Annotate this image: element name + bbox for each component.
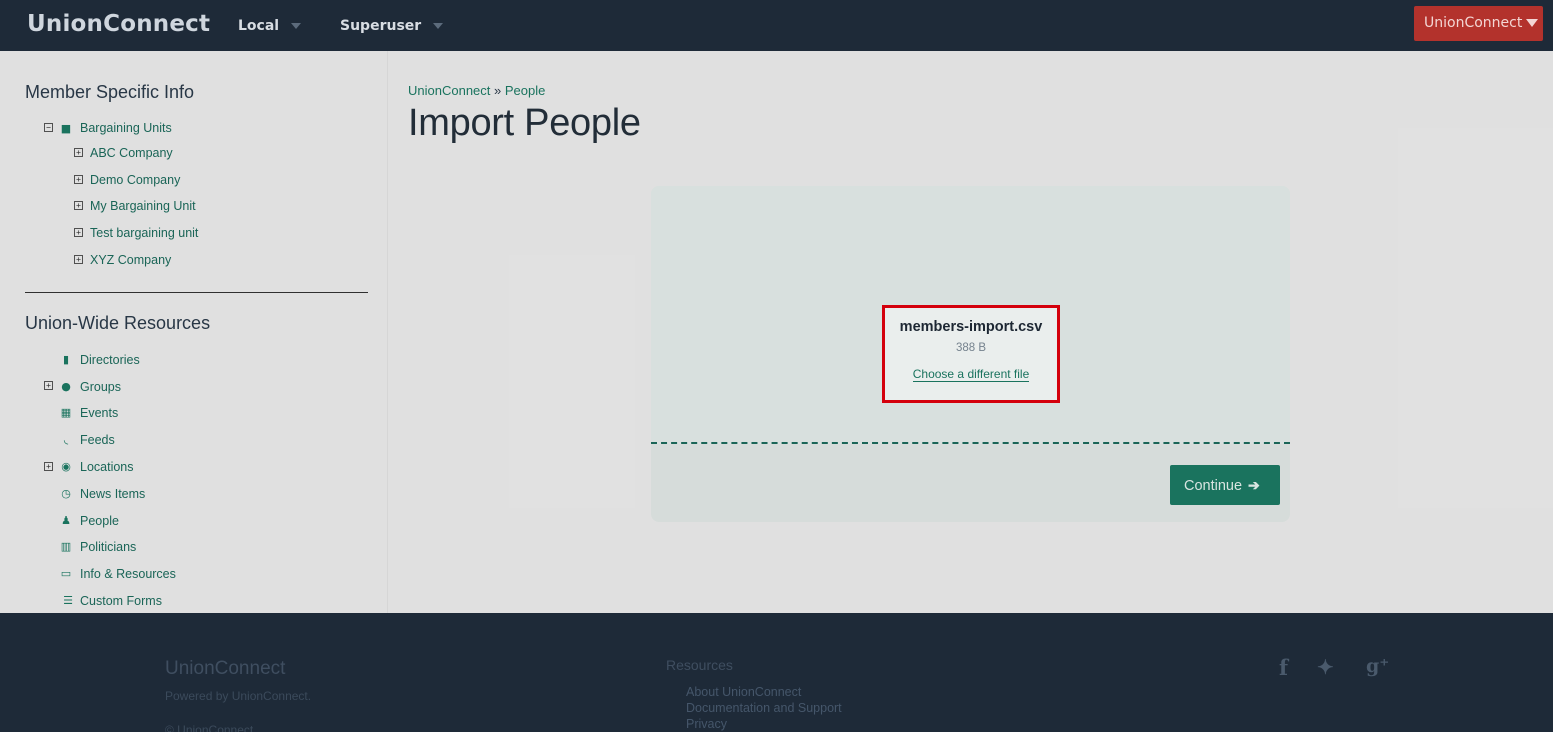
- collapse-toggle-icon[interactable]: −: [44, 123, 53, 132]
- expand-toggle-icon[interactable]: +: [74, 201, 83, 210]
- org-menu-button[interactable]: UnionConnect: [1414, 6, 1543, 41]
- footer-brand: UnionConnect: [165, 658, 286, 679]
- sidebar-item-bargaining-unit[interactable]: Test bargaining unit: [90, 226, 198, 240]
- local-dropdown[interactable]: Local: [238, 18, 302, 34]
- sidebar-item-bargaining-unit[interactable]: ABC Company: [90, 146, 173, 160]
- file-name: members-import.csv: [899, 319, 1043, 335]
- footer-link-privacy[interactable]: Privacy: [686, 717, 727, 731]
- footer-powered: Powered by UnionConnect.: [165, 689, 312, 703]
- sidebar-item-bargaining-unit[interactable]: XYZ Company: [90, 253, 171, 267]
- sidebar-item-directories[interactable]: Directories: [80, 353, 140, 367]
- facebook-icon[interactable]: f: [1279, 655, 1288, 680]
- superuser-dropdown-label: Superuser: [340, 18, 422, 34]
- folder-open-icon: ▭: [60, 567, 72, 580]
- breadcrumb-root-link[interactable]: UnionConnect: [408, 83, 490, 98]
- chevron-down-icon: [291, 23, 302, 29]
- expand-toggle-icon[interactable]: +: [74, 228, 83, 237]
- users-icon: ●: [61, 380, 71, 393]
- truck-icon: ■: [60, 122, 72, 135]
- union-resources-heading: Union-Wide Resources: [25, 313, 211, 333]
- user-icon: ♟: [61, 514, 71, 527]
- sidebar: Member Specific Info − ■ Bargaining Unit…: [0, 51, 388, 613]
- expand-toggle-icon[interactable]: +: [44, 381, 53, 390]
- file-drop-zone[interactable]: members-import.csv 388 B Choose a differ…: [651, 186, 1290, 444]
- sidebar-item-news-items[interactable]: News Items: [80, 487, 145, 501]
- list-alt-icon: ☰: [63, 594, 73, 607]
- arrow-right-icon: ➔: [1248, 477, 1260, 493]
- sidebar-item-politicians[interactable]: Politicians: [80, 540, 136, 554]
- sidebar-item-bargaining-unit[interactable]: My Bargaining Unit: [90, 199, 196, 213]
- footer-link-docs[interactable]: Documentation and Support: [686, 701, 842, 715]
- breadcrumb-people-link[interactable]: People: [505, 83, 545, 98]
- sidebar-item-bargaining-unit[interactable]: Demo Company: [90, 173, 180, 187]
- expand-toggle-icon[interactable]: +: [74, 175, 83, 184]
- clock-icon: ◷: [61, 487, 71, 500]
- sidebar-item-events[interactable]: Events: [80, 406, 118, 420]
- brand-logo[interactable]: UnionConnect: [27, 11, 210, 37]
- sidebar-item-groups[interactable]: Groups: [80, 380, 121, 394]
- chevron-down-icon: [433, 23, 444, 29]
- sidebar-item-custom-forms[interactable]: Custom Forms: [80, 594, 162, 608]
- breadcrumb-separator: »: [494, 83, 502, 98]
- expand-toggle-icon[interactable]: +: [74, 255, 83, 264]
- member-info-heading: Member Specific Info: [25, 82, 195, 102]
- continue-label: Continue: [1184, 478, 1243, 494]
- continue-button[interactable]: Continue ➔: [1170, 465, 1280, 505]
- top-navbar: UnionConnect Local Superuser UnionConnec…: [0, 0, 1553, 51]
- expand-toggle-icon[interactable]: +: [74, 148, 83, 157]
- calendar-icon: ▦: [60, 406, 72, 419]
- breadcrumb: UnionConnect » People: [408, 83, 545, 98]
- sidebar-divider: [25, 292, 368, 293]
- book-icon: ▮: [62, 353, 70, 366]
- page-title: Import People: [408, 102, 641, 144]
- org-menu-label: UnionConnect: [1424, 15, 1523, 31]
- sidebar-item-info-resources[interactable]: Info & Resources: [80, 567, 176, 581]
- twitter-icon[interactable]: ✦: [1317, 655, 1334, 679]
- choose-different-file-link[interactable]: Choose a different file: [912, 368, 1030, 382]
- footer-copyright: © UnionConnect: [165, 723, 254, 732]
- footer: UnionConnect Powered by UnionConnect. © …: [0, 613, 1553, 732]
- footer-link-about[interactable]: About UnionConnect: [686, 685, 801, 699]
- globe-icon: ◉: [61, 460, 71, 473]
- selected-file-box: members-import.csv 388 B Choose a differ…: [882, 305, 1060, 403]
- file-size: 388 B: [955, 342, 987, 354]
- superuser-dropdown[interactable]: Superuser: [340, 18, 444, 34]
- google-plus-icon[interactable]: g⁺: [1366, 655, 1389, 677]
- expand-toggle-icon[interactable]: +: [44, 462, 53, 471]
- sidebar-item-feeds[interactable]: Feeds: [80, 433, 115, 447]
- sidebar-item-bargaining-units[interactable]: Bargaining Units: [80, 121, 172, 135]
- building-icon: ▥: [60, 540, 72, 553]
- footer-resources-title: Resources: [666, 657, 733, 673]
- sidebar-item-people[interactable]: People: [80, 514, 119, 528]
- import-card: members-import.csv 388 B Choose a differ…: [651, 186, 1290, 522]
- local-dropdown-label: Local: [238, 18, 280, 34]
- caret-down-icon: [1526, 19, 1539, 27]
- rss-icon: ◟: [63, 433, 69, 446]
- sidebar-item-locations[interactable]: Locations: [80, 460, 134, 474]
